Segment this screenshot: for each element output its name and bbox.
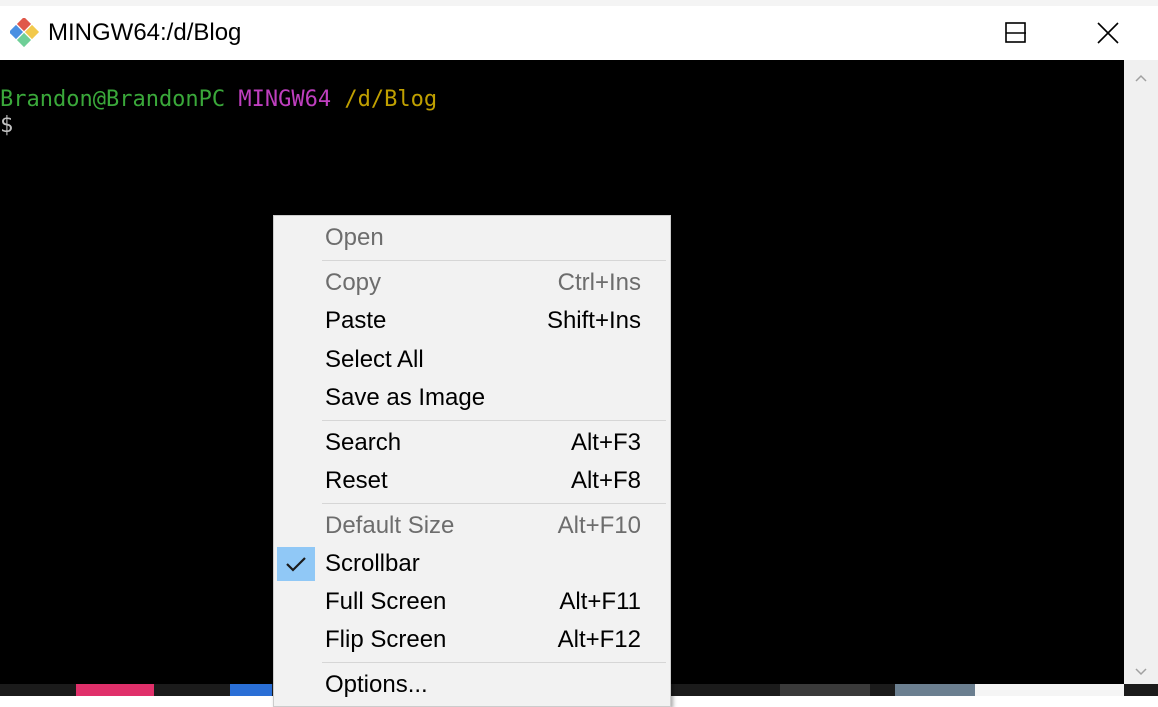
maximize-icon [1005,22,1026,43]
taskbar-thumb-1 [76,684,154,696]
menu-item-flip-screen[interactable]: Flip Screen Alt+F12 [274,621,670,659]
menu-item-shortcut: Ctrl+Ins [557,269,641,296]
scroll-thumb[interactable] [1128,430,1154,442]
menu-item-reset[interactable]: Reset Alt+F8 [274,462,670,500]
check-highlight [277,547,315,581]
close-button[interactable] [1062,6,1154,60]
menu-item-default-size[interactable]: Default Size Alt+F10 [274,507,670,545]
menu-item-shortcut: Alt+F12 [557,626,641,653]
menu-item-label: Copy [325,269,382,296]
close-icon [1097,22,1119,44]
scroll-down-icon[interactable] [1133,664,1149,680]
prompt-user: Brandon@BrandonPC [0,87,226,112]
window-title: MINGW64:/d/Blog [48,19,242,46]
menu-item-label: Paste [325,307,387,334]
menu-item-shortcut: Alt+F11 [559,588,641,615]
menu-separator [322,662,666,663]
menu-item-label: Open [325,224,384,251]
menu-item-label: Full Screen [325,588,447,615]
menu-separator [322,503,666,504]
menu-item-full-screen[interactable]: Full Screen Alt+F11 [274,583,670,621]
prompt-system: MINGW64 [238,87,332,112]
vertical-scrollbar[interactable] [1124,60,1158,696]
menu-item-open[interactable]: Open [274,219,670,257]
maximize-button[interactable] [1004,6,1028,60]
menu-item-label: Scrollbar [325,550,420,577]
taskbar-thumb-3 [780,684,870,696]
menu-item-label: Default Size [325,512,455,539]
menu-item-shortcut: Shift+Ins [546,307,641,334]
menu-item-label: Options... [325,671,428,698]
menu-item-paste[interactable]: Paste Shift+Ins [274,302,670,340]
menu-item-scrollbar[interactable]: Scrollbar [274,545,670,583]
menu-item-shortcut: Alt+F10 [557,512,641,539]
menu-item-shortcut: Alt+F8 [570,467,641,494]
menu-item-label: Reset [325,467,388,494]
prompt-path: /d/Blog [344,87,438,112]
taskbar-thumb-2 [230,684,272,696]
menu-separator [322,420,666,421]
menu-item-save-as-image[interactable]: Save as Image [274,379,670,417]
checkmark-icon [286,557,306,572]
menu-separator [322,260,666,261]
menu-item-options[interactable]: Options... [274,666,670,704]
menu-item-label: Search [325,429,402,456]
menu-item-shortcut: Alt+F3 [570,429,641,456]
menu-item-label: Select All [325,346,424,373]
scroll-up-icon[interactable] [1133,70,1149,86]
prompt-line: Brandon@BrandonPC MINGW64 /d/Blog [0,87,437,113]
menu-item-select-all[interactable]: Select All [274,341,670,379]
menu-item-label: Flip Screen [325,626,447,653]
taskbar-thumb-5 [975,684,1124,696]
title-bar[interactable]: MINGW64:/d/Blog [0,6,1158,60]
git-diamond-icon [10,18,40,48]
cursor-prompt: $ [0,113,14,138]
menu-item-label: Save as Image [325,384,486,411]
menu-item-copy[interactable]: Copy Ctrl+Ins [274,264,670,302]
context-menu: Open Copy Ctrl+Ins Paste Shift+Ins Selec… [273,215,671,707]
menu-item-search[interactable]: Search Alt+F3 [274,424,670,462]
taskbar-thumb-4 [895,684,975,696]
